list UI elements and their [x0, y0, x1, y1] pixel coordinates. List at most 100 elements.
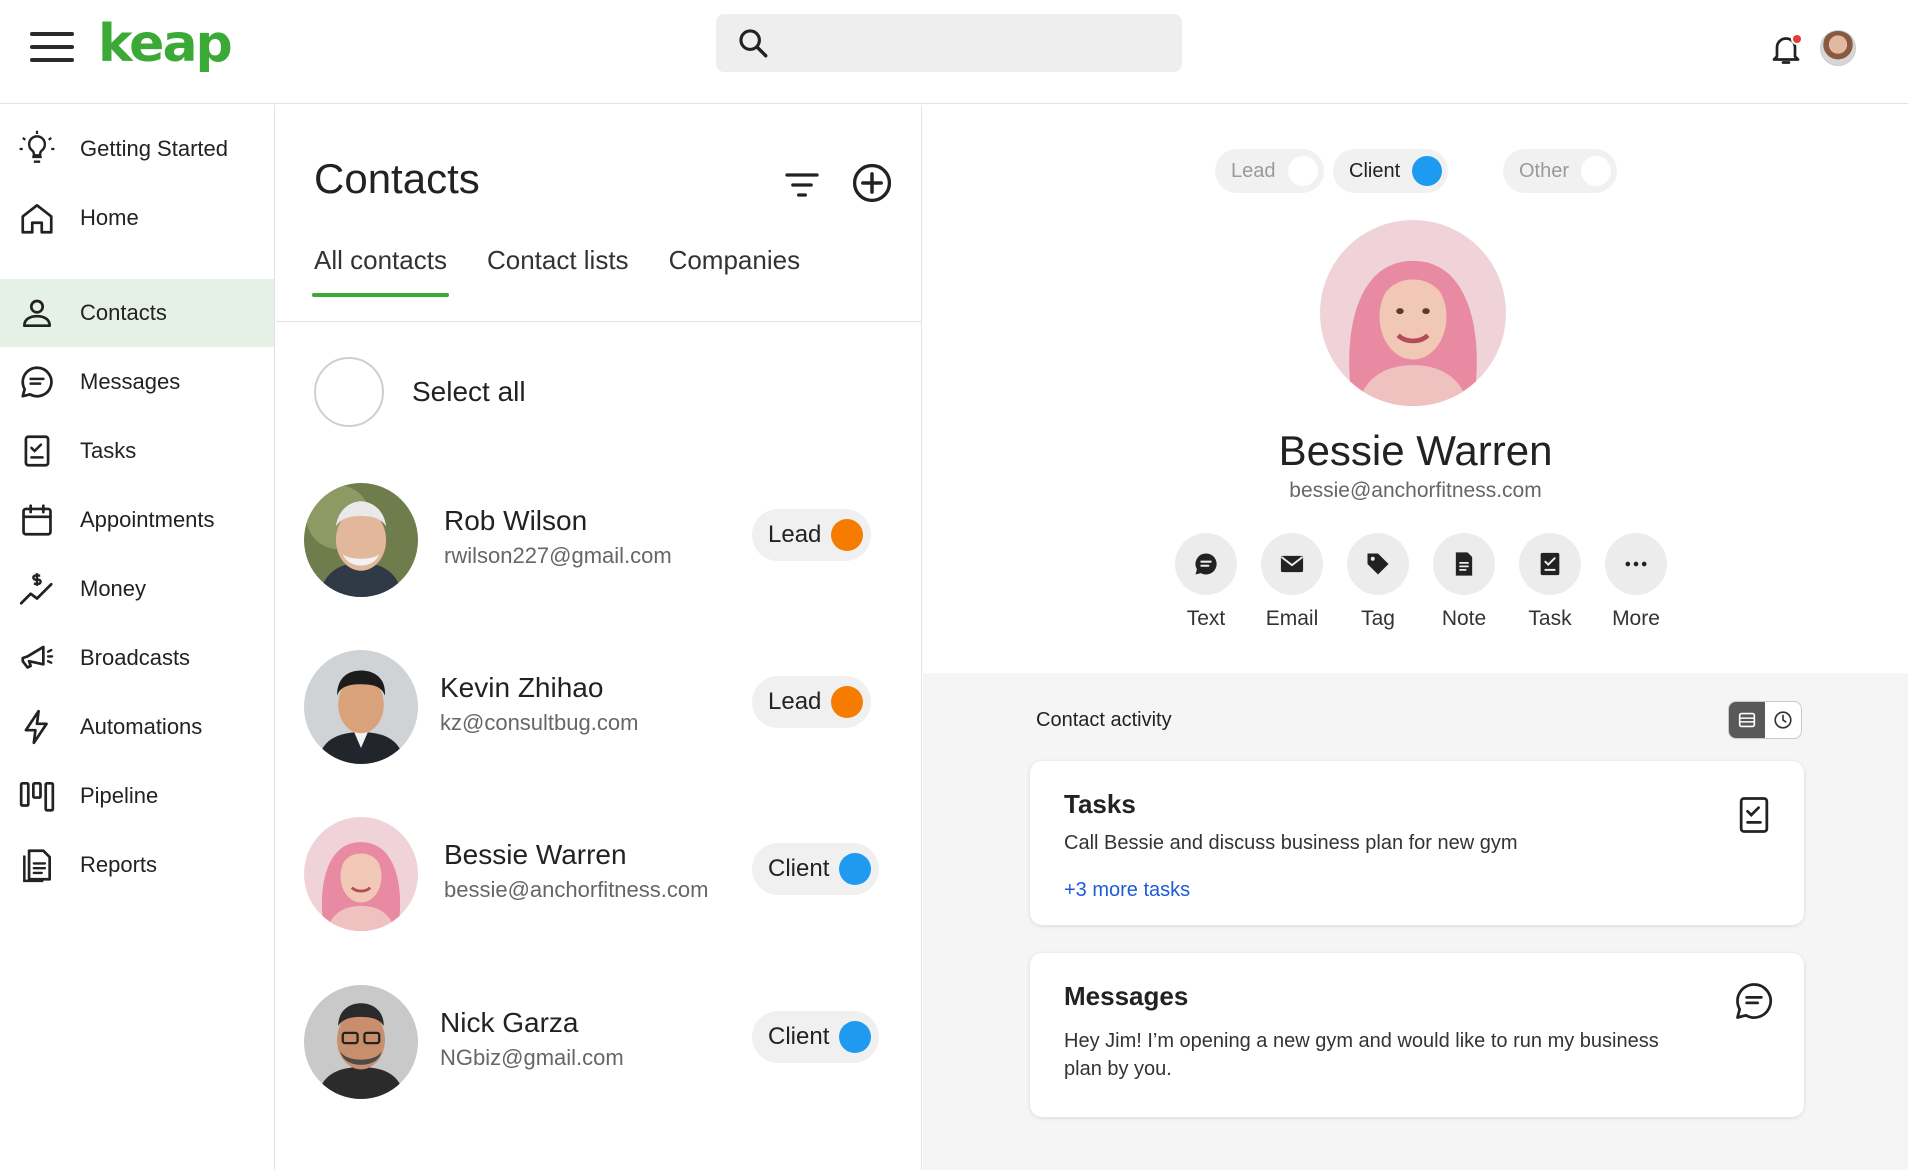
contact-name: Rob Wilson	[444, 505, 588, 536]
action-label: More	[1612, 607, 1660, 630]
status-badge[interactable]: Client	[752, 843, 880, 895]
contact-row[interactable]: Nick Garza NGbiz@gmail.com Client	[304, 985, 904, 1105]
action-label: Note	[1441, 607, 1487, 630]
contact-photo	[304, 650, 418, 764]
sidebar: Getting Started Home Contacts Messages T…	[0, 105, 275, 1170]
sidebar-item-label: Money	[80, 576, 147, 601]
status-toggle-other[interactable]: Other	[1503, 149, 1618, 193]
card-title: Messages	[1064, 981, 1189, 1011]
status-toggle-dot	[1581, 156, 1612, 186]
search-bar[interactable]	[716, 14, 1182, 72]
person-icon	[17, 293, 57, 333]
status-label: Lead	[768, 688, 822, 715]
text-action-button[interactable]: Text	[1163, 533, 1249, 631]
status-toggle-label: Other	[1519, 159, 1570, 182]
user-avatar[interactable]	[1820, 30, 1856, 66]
action-label: Email	[1265, 607, 1319, 630]
contact-name: Nick Garza	[440, 1007, 579, 1038]
checklist-icon	[17, 431, 57, 471]
status-badge[interactable]: Lead	[752, 509, 872, 561]
sidebar-item-broadcasts[interactable]: Broadcasts	[0, 624, 274, 692]
sidebar-item-label: Reports	[80, 852, 158, 877]
contacts-list-panel: Contacts All contacts Contact lists Comp…	[276, 105, 922, 1170]
more-tasks-link[interactable]: +3 more tasks	[1064, 879, 1190, 902]
checklist-icon	[1732, 793, 1776, 837]
lightning-icon	[17, 707, 57, 747]
more-action-button[interactable]: More	[1593, 533, 1679, 631]
keap-logo[interactable]: keap	[98, 14, 233, 74]
messages-card[interactable]: Messages Hey Jim! I’m opening a new gym …	[1030, 953, 1804, 1117]
sidebar-item-money[interactable]: Money	[0, 555, 274, 623]
tag-action-button[interactable]: Tag	[1335, 533, 1421, 631]
text-bubble-icon	[1195, 553, 1217, 575]
status-toggle-client[interactable]: Client	[1333, 149, 1449, 193]
notification-bell-icon[interactable]	[1768, 30, 1804, 68]
contact-row[interactable]: Kevin Zhihao kz@consultbug.com Lead	[304, 650, 904, 770]
contact-name: Bessie Warren	[444, 839, 627, 870]
contact-name: Kevin Zhihao	[440, 672, 604, 703]
search-icon	[739, 29, 768, 58]
tag-icon	[1367, 553, 1389, 575]
select-all-circle[interactable]	[314, 357, 384, 427]
sidebar-item-messages[interactable]: Messages	[0, 348, 274, 416]
contact-email-address[interactable]: bessie@anchorfitness.com	[923, 479, 1908, 503]
contact-activity-section: Contact activity Tasks Call Bessie and d…	[923, 673, 1908, 1170]
sidebar-item-reports[interactable]: Reports	[0, 831, 274, 899]
filter-icon[interactable]	[782, 165, 822, 205]
more-dots-icon	[1625, 561, 1647, 567]
pipeline-icon	[17, 776, 57, 816]
sidebar-item-tasks[interactable]: Tasks	[0, 417, 274, 485]
message-preview: Hey Jim! I’m opening a new gym and would…	[1064, 1030, 1659, 1080]
home-icon	[17, 198, 57, 238]
sidebar-item-appointments[interactable]: Appointments	[0, 486, 274, 554]
sidebar-item-pipeline[interactable]: Pipeline	[0, 762, 274, 830]
lightbulb-icon	[17, 129, 57, 169]
contact-row[interactable]: Rob Wilson rwilson227@gmail.com Lead	[304, 483, 904, 603]
sidebar-item-home[interactable]: Home	[0, 184, 274, 252]
tab-contact-lists[interactable]: Contact lists	[487, 245, 629, 297]
timeline-clock-icon[interactable]	[1765, 702, 1801, 738]
calendar-icon	[17, 500, 57, 540]
status-dot	[839, 1021, 872, 1053]
contact-email: bessie@anchorfitness.com	[444, 877, 709, 902]
select-all-checkbox[interactable]: Select all	[314, 357, 526, 427]
status-badge[interactable]: Lead	[752, 676, 872, 728]
select-all-label: Select all	[412, 376, 526, 407]
email-action-button[interactable]: Email	[1249, 533, 1335, 631]
contact-row[interactable]: Bessie Warren bessie@anchorfitness.com C…	[304, 817, 904, 937]
task-action-button[interactable]: Task	[1507, 533, 1593, 631]
tab-all-contacts[interactable]: All contacts	[312, 245, 449, 297]
hamburger-menu-icon[interactable]	[30, 32, 76, 64]
note-action-button[interactable]: Note	[1421, 533, 1507, 631]
tasks-card[interactable]: Tasks Call Bessie and discuss business p…	[1030, 761, 1804, 925]
contact-detail-panel: Lead Client Other Bessie Warren bessie@a…	[923, 105, 1908, 1170]
sidebar-item-getting-started[interactable]: Getting Started	[0, 115, 274, 183]
list-view-icon[interactable]	[1729, 702, 1765, 738]
contact-email: NGbiz@gmail.com	[440, 1045, 624, 1070]
status-label: Client	[768, 855, 830, 882]
status-label: Lead	[768, 521, 822, 548]
contact-full-name: Bessie Warren	[1278, 427, 1553, 474]
top-bar: keap	[0, 0, 1908, 104]
activity-view-toggle[interactable]	[1728, 701, 1802, 739]
chat-bubble-icon	[1732, 979, 1776, 1023]
sidebar-item-label: Contacts	[80, 300, 167, 325]
contacts-tabs: All contacts Contact lists Companies	[312, 245, 840, 305]
contact-photo	[304, 483, 418, 597]
sidebar-item-label: Broadcasts	[80, 645, 191, 670]
sidebar-item-label: Tasks	[80, 438, 137, 463]
status-toggle-lead[interactable]: Lead	[1215, 149, 1324, 193]
status-toggle-dot	[1412, 156, 1443, 186]
search-input[interactable]	[782, 31, 1162, 55]
status-badge[interactable]: Client	[752, 1011, 880, 1063]
status-dot	[831, 686, 864, 718]
page-title: Contacts	[314, 155, 480, 202]
tab-companies[interactable]: Companies	[669, 245, 801, 297]
profile-photo	[1320, 220, 1506, 406]
card-title: Tasks	[1064, 789, 1136, 819]
sidebar-item-label: Messages	[80, 369, 181, 394]
sidebar-item-automations[interactable]: Automations	[0, 693, 274, 761]
add-contact-icon[interactable]	[850, 161, 894, 205]
sidebar-item-contacts[interactable]: Contacts	[0, 279, 274, 347]
status-dot	[831, 519, 864, 551]
